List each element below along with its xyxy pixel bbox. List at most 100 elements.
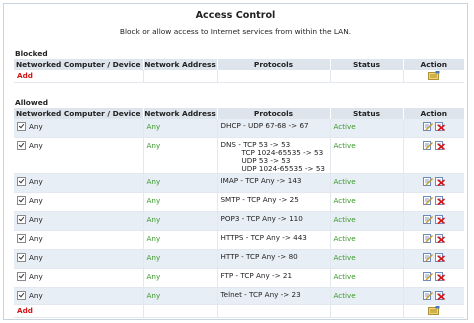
protocol-entry: UDP 1024-65535 -> 53 <box>241 164 326 173</box>
col-header-action: Action <box>402 108 464 119</box>
allowed-add-link[interactable]: Add <box>17 306 33 315</box>
allowed-rule-row: Any Any FTP - TCP Any -> 21 Active <box>14 268 464 288</box>
network-address: Any <box>142 137 217 174</box>
allowed-rule-row: Any Any SMTP - TCP Any -> 25 Active <box>14 192 464 212</box>
rule-enabled-checkbox[interactable] <box>17 215 26 224</box>
edit-icon[interactable] <box>422 253 433 264</box>
device-cell: Any <box>14 268 143 288</box>
allowed-rule-row: Any Any POP3 - TCP Any -> 110 Active <box>14 211 464 231</box>
device-name: Any <box>29 177 43 186</box>
edit-icon[interactable] <box>422 234 433 245</box>
action-cell <box>402 287 464 305</box>
rule-enabled-checkbox[interactable] <box>17 234 26 243</box>
device-name: Any <box>29 291 43 300</box>
delete-icon[interactable] <box>434 141 445 152</box>
add-rule-icon[interactable] <box>427 71 440 82</box>
device-cell: Any <box>14 230 143 250</box>
protocols-list: DHCP - UDP 67-68 -> 67 <box>221 122 330 130</box>
network-address: Any <box>142 268 217 288</box>
device-name: Any <box>29 141 43 150</box>
rule-enabled-checkbox[interactable] <box>17 253 26 262</box>
edit-icon[interactable] <box>422 291 433 302</box>
delete-icon[interactable] <box>434 215 445 226</box>
protocol-entry: DHCP - UDP 67-68 -> 67 <box>220 121 309 130</box>
rule-enabled-checkbox[interactable] <box>17 141 26 150</box>
allowed-add-action-cell <box>402 304 464 318</box>
status-text: Active <box>329 249 403 269</box>
protocols-cell: DNS - TCP 53 -> 53 TCP 1024-65535 -> 53 UD… <box>216 137 330 174</box>
allowed-rule-row: Any Any DHCP - UDP 67-68 -> 67 Active <box>14 119 464 138</box>
device-name: Any <box>29 215 43 224</box>
status-text: Active <box>329 230 403 250</box>
allowed-add-cell: Add <box>14 304 143 318</box>
protocols-cell: POP3 - TCP Any -> 110 <box>216 211 330 231</box>
device-cell: Any <box>14 211 143 231</box>
delete-icon[interactable] <box>434 177 445 188</box>
col-header-device: Networked Computer / Device <box>14 108 143 119</box>
status-text: Active <box>329 287 403 305</box>
blocked-add-link[interactable]: Add <box>17 71 33 80</box>
protocols-cell: DHCP - UDP 67-68 -> 67 <box>216 119 330 138</box>
network-address: Any <box>142 119 217 138</box>
allowed-rule-row: Any Any HTTP - TCP Any -> 80 Active <box>14 249 464 269</box>
rule-enabled-checkbox[interactable] <box>17 177 26 186</box>
network-address: Any <box>142 211 217 231</box>
delete-icon[interactable] <box>434 122 445 133</box>
edit-icon[interactable] <box>422 141 433 152</box>
protocols-list: SMTP - TCP Any -> 25 <box>221 196 330 204</box>
delete-icon[interactable] <box>434 234 445 245</box>
network-address: Any <box>142 230 217 250</box>
add-rule-icon[interactable] <box>427 306 440 317</box>
network-address: Any <box>142 249 217 269</box>
edit-icon[interactable] <box>422 122 433 133</box>
status-text: Active <box>329 211 403 231</box>
rule-enabled-checkbox[interactable] <box>17 196 26 205</box>
col-header-protocols: Protocols <box>216 108 330 119</box>
delete-icon[interactable] <box>434 253 445 264</box>
protocol-entry: IMAP - TCP Any -> 143 <box>220 176 302 185</box>
blocked-table: Networked Computer / Device Network Addr… <box>14 59 464 83</box>
status-text: Active <box>329 119 403 138</box>
edit-icon[interactable] <box>422 177 433 188</box>
col-header-status: Status <box>329 108 403 119</box>
protocol-entry: FTP - TCP Any -> 21 <box>220 271 293 280</box>
protocols-list: POP3 - TCP Any -> 110 <box>221 215 330 223</box>
rule-enabled-checkbox[interactable] <box>17 291 26 300</box>
protocols-cell: HTTP - TCP Any -> 80 <box>216 249 330 269</box>
device-cell: Any <box>14 119 143 138</box>
allowed-rule-row: Any Any IMAP - TCP Any -> 143 Active <box>14 173 464 193</box>
edit-icon[interactable] <box>422 196 433 207</box>
status-text: Active <box>329 137 403 174</box>
protocols-cell: FTP - TCP Any -> 21 <box>216 268 330 288</box>
protocols-list: FTP - TCP Any -> 21 <box>221 272 330 280</box>
edit-icon[interactable] <box>422 272 433 283</box>
protocols-cell: SMTP - TCP Any -> 25 <box>216 192 330 212</box>
action-cell <box>402 211 464 231</box>
rule-enabled-checkbox[interactable] <box>17 122 26 131</box>
allowed-rule-row: Any Any HTTPS - TCP Any -> 443 Active <box>14 230 464 250</box>
protocol-entry: HTTPS - TCP Any -> 443 <box>220 233 307 242</box>
page-title: Access Control <box>195 10 276 21</box>
blocked-add-cell: Add <box>14 70 143 83</box>
delete-icon[interactable] <box>434 272 445 283</box>
action-cell <box>402 268 464 288</box>
protocol-entry: POP3 - TCP Any -> 110 <box>220 214 303 223</box>
network-address: Any <box>142 192 217 212</box>
device-name: Any <box>29 253 43 262</box>
device-name: Any <box>29 234 43 243</box>
protocols-cell: HTTPS - TCP Any -> 443 <box>216 230 330 250</box>
device-cell: Any <box>14 249 143 269</box>
delete-icon[interactable] <box>434 291 445 302</box>
allowed-rule-row: Any Any DNS - TCP 53 -> 53 TCP 1024-65535 -… <box>14 137 464 174</box>
device-name: Any <box>29 122 43 131</box>
delete-icon[interactable] <box>434 196 445 207</box>
allowed-table-header: Networked Computer / Device Network Addr… <box>14 108 464 119</box>
protocol-entry: Telnet - TCP Any -> 23 <box>220 290 301 299</box>
edit-icon[interactable] <box>422 215 433 226</box>
allowed-rule-row: Any Any Telnet - TCP Any -> 23 Active <box>14 287 464 305</box>
status-text: Active <box>329 173 403 193</box>
rule-enabled-checkbox[interactable] <box>17 272 26 281</box>
col-header-device: Networked Computer / Device <box>14 59 143 70</box>
device-cell: Any <box>14 192 143 212</box>
device-name: Any <box>29 272 43 281</box>
